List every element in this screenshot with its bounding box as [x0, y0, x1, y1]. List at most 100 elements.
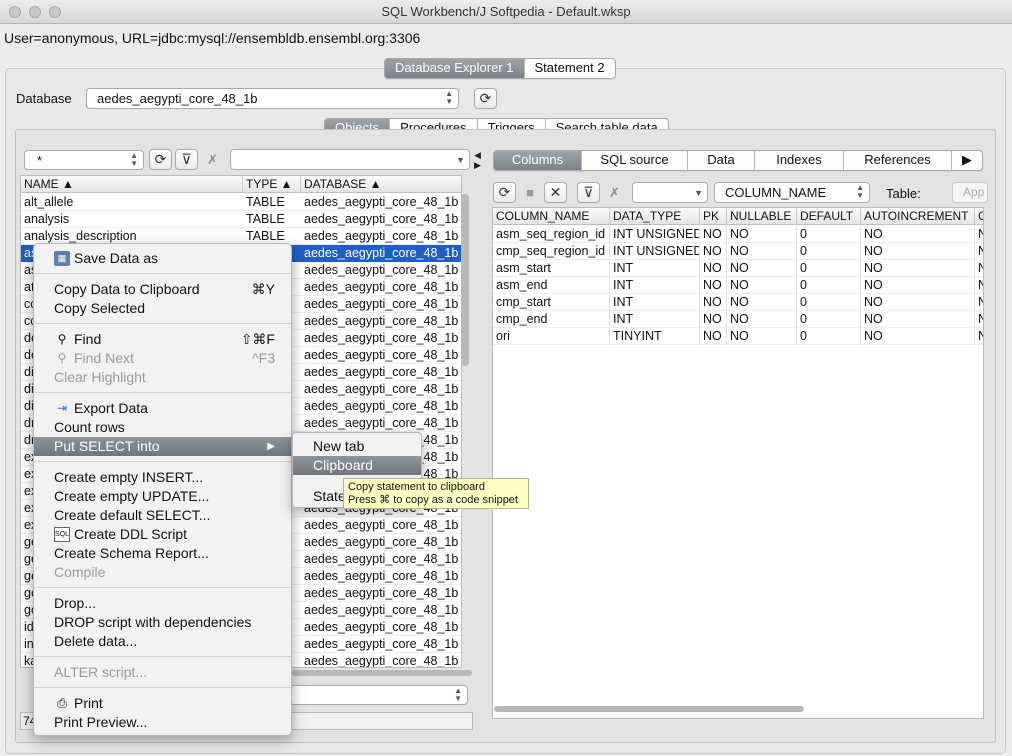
column-header[interactable]: DATA_TYPE: [610, 208, 700, 225]
menu-item-drop[interactable]: Drop...: [34, 594, 291, 613]
clear-filter-button[interactable]: ✗: [201, 149, 224, 170]
tabs-scroll-right-button[interactable]: ▶: [952, 151, 982, 170]
table-cell: INT: [610, 260, 700, 277]
table-row[interactable]: asm_endINTNONO0NON: [493, 277, 983, 294]
menu-item-copy-data-to-clipboard[interactable]: Copy Data to Clipboard ⌘Y: [34, 280, 291, 299]
tab-indexes[interactable]: Indexes: [755, 151, 844, 170]
table-row[interactable]: cmp_endINTNONO0NON: [493, 311, 983, 328]
menu-item-clear-highlight[interactable]: Clear Highlight: [34, 368, 291, 387]
menu-label: New tab: [313, 438, 365, 454]
tab-database-explorer[interactable]: Database Explorer 1: [385, 59, 525, 78]
table-cell: NO: [700, 328, 727, 345]
context-menu: ▦ Save Data as Copy Data to Clipboard ⌘Y…: [33, 243, 292, 736]
object-search-combo[interactable]: ▼: [230, 149, 470, 170]
menu-item-copy-selected[interactable]: Copy Selected: [34, 299, 291, 318]
menu-item-print-preview[interactable]: Print Preview...: [34, 713, 291, 732]
columns-table-hscrollbar[interactable]: [494, 706, 804, 712]
menu-item-find[interactable]: ⚲ Find ⇧⌘F: [34, 330, 291, 349]
column-header[interactable]: COLUMN_NAME: [493, 208, 610, 225]
save-button[interactable]: ■: [518, 182, 542, 203]
menu-item-drop-script[interactable]: DROP script with dependencies: [34, 613, 291, 632]
menu-label: ALTER script...: [54, 664, 148, 680]
cell-db: aedes_aegypti_core_48_1b: [304, 654, 459, 668]
menu-item-alter-script[interactable]: ALTER script...: [34, 663, 291, 682]
database-refresh-button[interactable]: ⟳: [474, 88, 497, 109]
tab-data[interactable]: Data: [688, 151, 755, 170]
cell-db: aedes_aegypti_core_48_1b: [304, 212, 459, 226]
column-header[interactable]: C: [975, 208, 983, 225]
column-header-database[interactable]: DATABASE ▲: [301, 176, 461, 193]
table-row[interactable]: oriTINYINTNONO0NON: [493, 328, 983, 345]
menu-item-create-default-select[interactable]: Create default SELECT...: [34, 506, 291, 525]
menu-item-create-empty-update[interactable]: Create empty UPDATE...: [34, 487, 291, 506]
table-row[interactable]: cmp_startINTNONO0NON: [493, 294, 983, 311]
column-header-name[interactable]: NAME ▲: [21, 176, 243, 193]
menu-item-create-ddl-script[interactable]: SQL Create DDL Script: [34, 525, 291, 544]
table-cell: N: [975, 260, 983, 277]
splitter-arrows-icon[interactable]: ◀ ▶: [474, 150, 481, 170]
cell-db: aedes_aegypti_core_48_1b: [301, 245, 461, 262]
table-cell: NO: [861, 260, 975, 277]
menu-item-export-data[interactable]: ⇥ Export Data: [34, 399, 291, 418]
submenu-item-new-tab[interactable]: New tab: [293, 437, 421, 456]
column-header[interactable]: PK: [700, 208, 727, 225]
menu-item-count-rows[interactable]: Count rows: [34, 418, 291, 437]
column-clear-filter-button[interactable]: ✗: [603, 182, 626, 203]
object-type-filter[interactable]: * ▲ ▼: [24, 150, 144, 170]
filter-icon: ⊽: [583, 184, 594, 200]
menu-label: Create default SELECT...: [54, 507, 211, 523]
table-row[interactable]: asm_startINTNONO0NON: [493, 260, 983, 277]
objects-table-hscrollbar[interactable]: [292, 670, 472, 676]
table-row[interactable]: cmp_seq_region_idINT UNSIGNEDNONO0NON: [493, 243, 983, 260]
database-select[interactable]: aedes_aegypti_core_48_1b ▲ ▼: [86, 88, 459, 109]
objects-table-scrollbar[interactable]: [461, 194, 469, 366]
table-cell: NO: [700, 243, 727, 260]
menu-item-create-empty-insert[interactable]: Create empty INSERT...: [34, 468, 291, 487]
column-header[interactable]: DEFAULT: [797, 208, 861, 225]
column-header[interactable]: NULLABLE: [727, 208, 797, 225]
tab-statement[interactable]: Statement 2: [525, 59, 615, 78]
tab-sql-source[interactable]: SQL source: [582, 151, 688, 170]
column-search-combo[interactable]: ▼: [632, 182, 708, 203]
menu-label: DROP script with dependencies: [54, 614, 252, 630]
menu-separator: [34, 392, 291, 393]
reload-columns-button[interactable]: ⟳: [493, 182, 516, 203]
menu-separator: [34, 323, 291, 324]
table-cell: asm_start: [493, 260, 610, 277]
column-header[interactable]: AUTOINCREMENT: [861, 208, 975, 225]
filter-button[interactable]: ⊽: [175, 149, 198, 170]
triangle-right-icon: ▶: [962, 152, 972, 167]
table-row[interactable]: asm_seq_region_idINT UNSIGNEDNONO0NON: [493, 226, 983, 243]
menu-separator: [34, 461, 291, 462]
submenu-item-clipboard[interactable]: Clipboard: [293, 456, 421, 475]
cell-db: aedes_aegypti_core_48_1b: [304, 280, 459, 294]
title-bar: SQL Workbench/J Softpedia - Default.wksp: [0, 0, 1012, 24]
tab-columns[interactable]: Columns: [494, 151, 582, 170]
sql-icon: SQL: [54, 527, 70, 542]
menu-item-save-data-as[interactable]: ▦ Save Data as: [34, 249, 291, 268]
column-filter-button[interactable]: ⊽: [577, 182, 600, 203]
table-cell: 0: [797, 277, 861, 294]
reload-objects-button[interactable]: ⟳: [149, 149, 172, 170]
menu-label: Create DDL Script: [74, 526, 188, 542]
menu-item-delete-data[interactable]: Delete data...: [34, 632, 291, 651]
table-cell: INT UNSIGNED: [610, 243, 700, 260]
table-cell: 0: [797, 294, 861, 311]
cell-name: alt_allele: [24, 195, 74, 209]
bottom-left-select[interactable]: ▲ ▼: [290, 685, 468, 705]
table-cell: 0: [797, 243, 861, 260]
apply-button[interactable]: App: [952, 182, 988, 203]
menu-item-find-next[interactable]: ⚲ Find Next ^F3: [34, 349, 291, 368]
tab-references[interactable]: References: [844, 151, 952, 170]
table-row[interactable]: alt_allele TABLE aedes_aegypti_core_48_1b: [21, 194, 461, 211]
column-name-select[interactable]: COLUMN_NAME ▲ ▼: [714, 182, 870, 203]
menu-item-create-schema-report[interactable]: Create Schema Report...: [34, 544, 291, 563]
menu-item-print[interactable]: ⎙ Print: [34, 694, 291, 713]
menu-item-put-select-into[interactable]: Put SELECT into ▶: [34, 437, 291, 456]
menu-item-compile[interactable]: Compile: [34, 563, 291, 582]
column-header-type[interactable]: TYPE ▲: [243, 176, 301, 193]
table-row[interactable]: analysis TABLE aedes_aegypti_core_48_1b: [21, 211, 461, 228]
delete-button[interactable]: ✕: [544, 182, 567, 203]
table-cell: INT: [610, 277, 700, 294]
connection-info: User=anonymous, URL=jdbc:mysql://ensembl…: [4, 30, 421, 46]
